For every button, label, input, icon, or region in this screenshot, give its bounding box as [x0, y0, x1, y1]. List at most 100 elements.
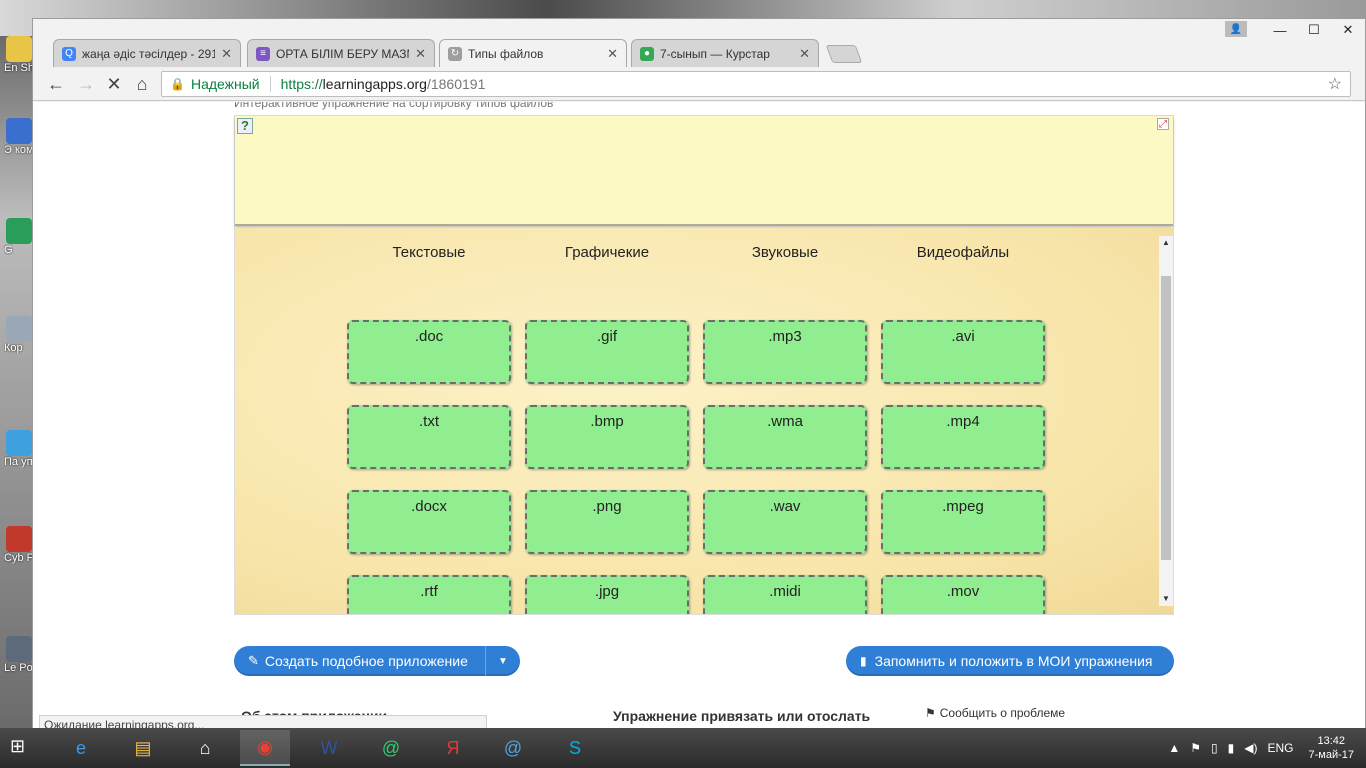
shortcut-icon	[6, 526, 32, 552]
network-icon[interactable]: ▮	[1228, 741, 1235, 755]
file-type-card[interactable]: .rtf	[347, 575, 511, 614]
create-button-main[interactable]: ✎ Создать подобное приложение	[234, 646, 486, 676]
shortcut-icon	[6, 430, 32, 456]
forward-button[interactable]: →	[75, 73, 97, 95]
category-heading: Звуковые	[751, 244, 819, 261]
clock-time: 13:42	[1317, 735, 1345, 747]
back-button[interactable]: ←	[45, 73, 67, 95]
secure-label: Надежный	[190, 76, 260, 92]
file-type-card[interactable]: .mp3	[703, 320, 867, 384]
clock-date: 7-май-17	[1308, 749, 1354, 761]
bind-or-send-heading: Упражнение привязать или отослать	[613, 708, 871, 724]
page-viewport: Интерактивное упражнение на сортировку т…	[33, 102, 1365, 736]
shortcut-icon	[6, 636, 32, 662]
mail-icon[interactable]: @	[488, 730, 538, 766]
chrome-icon[interactable]: ◉	[240, 730, 290, 766]
create-similar-app-button[interactable]: ✎ Создать подобное приложение ▼	[234, 646, 520, 676]
desktop-shortcut[interactable]: Cyb Pow	[4, 526, 36, 564]
tray-up-arrow-icon[interactable]: ▲	[1168, 741, 1180, 755]
bookmark-star-icon[interactable]: ☆	[1328, 74, 1342, 94]
new-tab-button[interactable]	[825, 45, 863, 63]
url-path: /1860191	[426, 76, 486, 92]
file-type-card[interactable]: .mov	[881, 575, 1045, 614]
language-indicator[interactable]: ENG	[1267, 741, 1293, 755]
tab-favicon-icon: ≡	[256, 46, 270, 61]
home-button[interactable]: ⌂	[131, 73, 153, 95]
help-icon[interactable]: ?	[237, 118, 253, 134]
tab-close-icon[interactable]: ✕	[415, 46, 426, 62]
lock-icon: 🔒	[170, 77, 185, 91]
scroll-up-icon[interactable]: ▲	[1159, 236, 1173, 250]
file-type-card[interactable]: .png	[525, 490, 689, 554]
scroll-thumb[interactable]	[1161, 276, 1171, 560]
tab-close-icon[interactable]: ✕	[799, 46, 810, 62]
chevron-down-icon[interactable]: ▼	[486, 656, 520, 667]
category-heading: Видеофайлы	[916, 244, 1010, 261]
desktop-shortcut[interactable]: Па упра	[4, 430, 36, 468]
tab-favicon-icon: Q	[62, 46, 76, 61]
tab-close-icon[interactable]: ✕	[607, 46, 618, 62]
ie-icon[interactable]: e	[56, 730, 106, 766]
tab-close-icon[interactable]: ✕	[221, 46, 232, 62]
address-bar[interactable]: 🔒 Надежный https:// learningapps.org /18…	[161, 71, 1351, 97]
divider	[269, 76, 271, 92]
home-icon[interactable]: ⌂	[180, 730, 230, 766]
tab-favicon-icon: ●	[640, 46, 654, 61]
scroll-down-icon[interactable]: ▼	[1159, 592, 1173, 606]
browser-tab[interactable]: Qжаңа әдіс тәсілдер - 291 ✕	[53, 39, 241, 67]
fullscreen-icon[interactable]: ⤢	[1157, 118, 1169, 130]
browser-tab[interactable]: ≡ ОРТА БІЛІМ БЕРУ МАЗМ ✕	[247, 39, 435, 67]
exercise-header: ? ⤢	[235, 116, 1173, 226]
skype-icon[interactable]: S	[550, 730, 600, 766]
tab-title: Типы файлов	[468, 47, 544, 61]
file-type-card[interactable]: .wma	[703, 405, 867, 469]
report-problem-label: Сообщить о проблеме	[939, 706, 1066, 720]
system-tray: ▲ ⚑ ▯ ▮ ◀) ENG 13:42 7-май-17	[1163, 728, 1354, 768]
battery-icon[interactable]: ▯	[1211, 741, 1218, 755]
desktop-shortcut[interactable]: G	[4, 218, 34, 256]
explorer-icon[interactable]: ▤	[118, 730, 168, 766]
category-heading: Графичекие	[564, 244, 650, 261]
file-type-card[interactable]: .wav	[703, 490, 867, 554]
file-type-card[interactable]: .mpeg	[881, 490, 1045, 554]
browser-tab[interactable]: ● 7-сынып — Курстар ✕	[631, 39, 819, 67]
edit-icon: ✎	[248, 653, 259, 668]
desktop-shortcut[interactable]: Le Powe	[4, 636, 36, 674]
desktop-shortcut[interactable]: En Sha	[4, 36, 36, 74]
file-type-card[interactable]: .midi	[703, 575, 867, 614]
shortcut-icon	[6, 316, 32, 342]
browser-window: 👤 — ☐ ✕ Qжаңа әдіс тәсілдер - 291 ✕ ≡ ОРТА …	[32, 18, 1366, 736]
create-button-label: Создать подобное приложение	[264, 653, 468, 669]
desktop-icons: En Sha Э комп G Кор Па упра Cyb Pow Le Powe	[0, 36, 36, 726]
windows-start-icon[interactable]: ⊞	[10, 736, 38, 760]
clock[interactable]: 13:42 7-май-17	[1308, 734, 1354, 762]
url-protocol: https://	[280, 76, 323, 92]
browser-tab[interactable]: ↻ Типы файлов ✕	[439, 39, 627, 68]
file-type-card[interactable]: .mp4	[881, 405, 1045, 469]
file-type-card[interactable]: .docx	[347, 490, 511, 554]
file-type-card[interactable]: .avi	[881, 320, 1045, 384]
save-to-my-exercises-button[interactable]: ▮ Запомнить и положить в МОИ упражнения	[846, 646, 1174, 676]
yandex-icon[interactable]: Я	[428, 730, 478, 766]
volume-icon[interactable]: ◀)	[1244, 741, 1257, 755]
file-type-card[interactable]: .doc	[347, 320, 511, 384]
file-type-card[interactable]: .jpg	[525, 575, 689, 614]
shortcut-icon	[6, 218, 32, 244]
report-problem-link[interactable]: ⚑ Сообщить о проблеме	[925, 706, 1065, 720]
exercise-scrollbar[interactable]: ▲ ▼	[1159, 236, 1173, 606]
flag-icon[interactable]: ⚑	[1190, 741, 1201, 755]
desktop-shortcut[interactable]: Кор	[4, 316, 34, 354]
flag-icon: ⚑	[925, 706, 936, 720]
file-type-card[interactable]: .txt	[347, 405, 511, 469]
url-host: learningapps.org	[322, 76, 427, 92]
file-type-card[interactable]: .bmp	[525, 405, 689, 469]
stop-button[interactable]: ✕	[103, 73, 125, 95]
close-button[interactable]: ✕	[1331, 19, 1365, 41]
category-heading: Текстовые	[392, 244, 466, 261]
tab-title: жаңа әдіс тәсілдер - 291	[82, 46, 216, 61]
tab-strip: Qжаңа әдіс тәсілдер - 291 ✕ ≡ ОРТА БІЛІМ БЕ…	[33, 33, 1333, 68]
mail-agent-icon[interactable]: @	[366, 730, 416, 766]
word-icon[interactable]: W	[304, 730, 354, 766]
file-type-card[interactable]: .gif	[525, 320, 689, 384]
desktop-shortcut[interactable]: Э комп	[4, 118, 36, 156]
